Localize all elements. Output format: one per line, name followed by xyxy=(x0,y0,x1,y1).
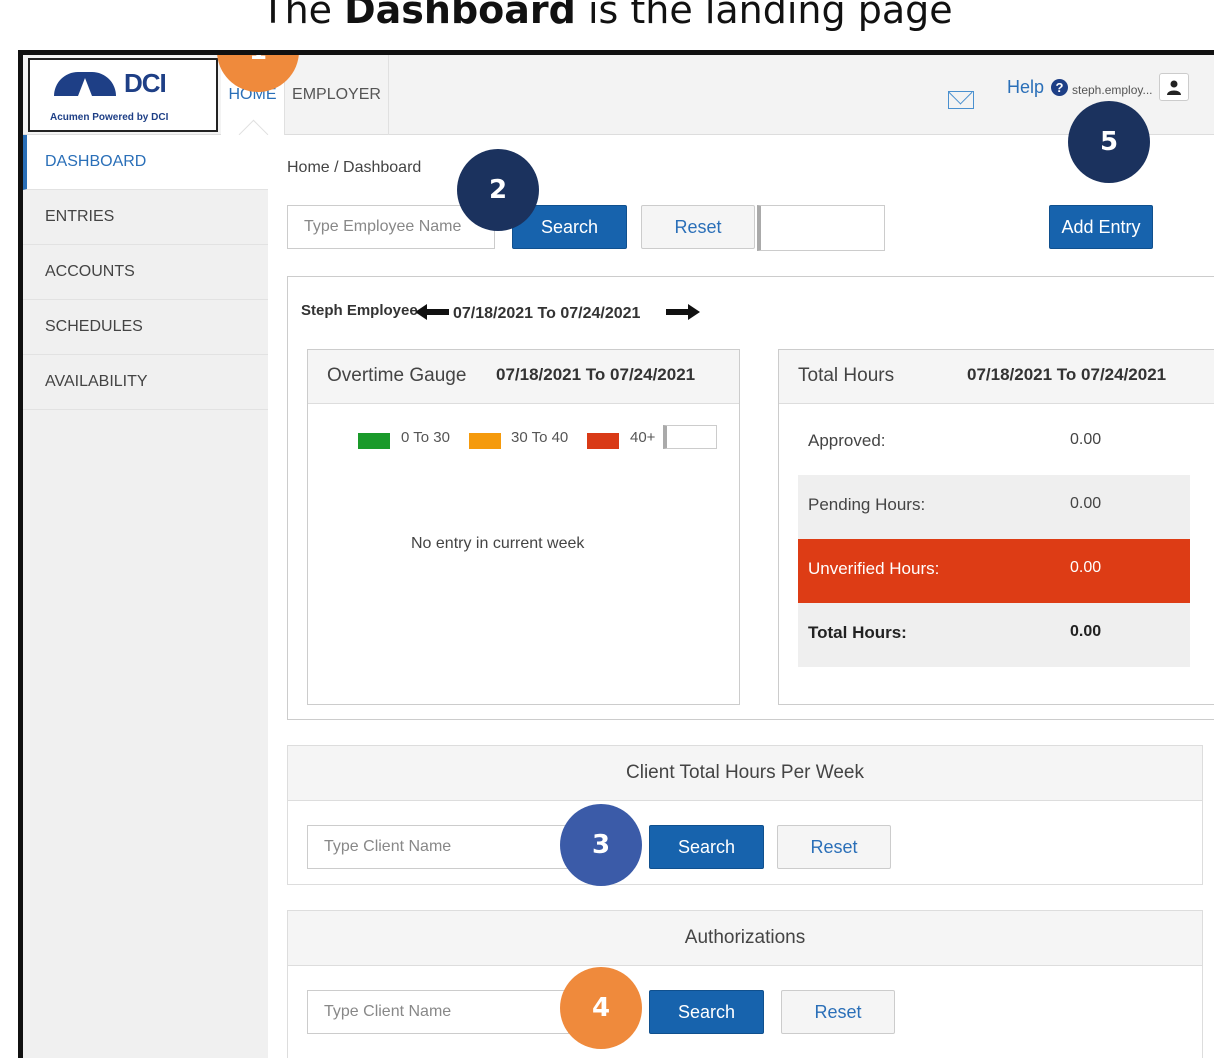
authorizations-search-button[interactable]: Search xyxy=(649,990,764,1034)
overtime-gauge-header: Overtime Gauge 07/18/2021 To 07/24/2021 xyxy=(308,350,739,404)
question-circle-icon[interactable]: ? xyxy=(1051,79,1068,96)
sidebar-item-entries[interactable]: ENTRIES xyxy=(23,190,268,245)
hours-row-total: Total Hours: 0.00 xyxy=(798,603,1190,667)
overtime-gauge-title: Overtime Gauge xyxy=(327,365,467,386)
pending-value: 0.00 xyxy=(1070,495,1102,512)
user-icon[interactable] xyxy=(1159,73,1189,101)
overtime-gauge-card: Overtime Gauge 07/18/2021 To 07/24/2021 xyxy=(307,349,740,705)
week-range: 07/18/2021 To 07/24/2021 xyxy=(453,305,641,322)
arrow-right-icon[interactable] xyxy=(666,304,700,320)
authorizations-reset-button[interactable]: Reset xyxy=(781,990,895,1034)
authorizations-search-input[interactable] xyxy=(307,990,569,1034)
nav-employer[interactable]: EMPLOYER xyxy=(285,55,389,135)
no-entry-message: No entry in current week xyxy=(411,535,585,552)
total-hours-range: 07/18/2021 To 07/24/2021 xyxy=(967,365,1167,384)
legend-label-40-plus: 40+ xyxy=(630,429,656,446)
total-hours-header: Total Hours 07/18/2021 To 07/24/2021 xyxy=(779,350,1214,404)
approved-label: Approved: xyxy=(808,431,886,450)
hours-row-unverified: Unverified Hours: 0.00 xyxy=(798,539,1190,603)
legend-swatch-green xyxy=(358,433,390,449)
pending-label: Pending Hours: xyxy=(808,495,926,514)
approved-value: 0.00 xyxy=(1070,431,1102,448)
client-total-reset-button[interactable]: Reset xyxy=(777,825,891,869)
legend-swatch-red xyxy=(587,433,619,449)
legend-label-30-40: 30 To 40 xyxy=(511,429,569,446)
sidebar-item-availability[interactable]: AVAILABILITY xyxy=(23,355,268,410)
total-hours-title: Total Hours xyxy=(798,365,895,386)
app-window: DCI Acumen Powered by DCI HOME EMPLOYER … xyxy=(18,50,1214,1058)
employee-reset-button[interactable]: Reset xyxy=(641,205,755,249)
callout-badge-3: 3 xyxy=(560,804,642,886)
callout-badge-2: 2 xyxy=(457,149,539,231)
sidebar-item-schedules[interactable]: SCHEDULES xyxy=(23,300,268,355)
sidebar-item-accounts[interactable]: ACCOUNTS xyxy=(23,245,268,300)
employee-name: Steph Employee xyxy=(301,302,418,319)
top-navbar: DCI Acumen Powered by DCI HOME EMPLOYER … xyxy=(23,55,1214,135)
logo-mark-icon xyxy=(54,72,116,96)
arrow-left-icon[interactable] xyxy=(415,304,449,320)
client-total-header: Client Total Hours Per Week xyxy=(287,745,1203,801)
mail-icon[interactable] xyxy=(948,91,974,109)
hours-row-pending: Pending Hours: 0.00 xyxy=(798,475,1190,539)
authorizations-header: Authorizations xyxy=(287,910,1203,966)
add-entry-button[interactable]: Add Entry xyxy=(1049,205,1153,249)
legend-blank-box xyxy=(663,425,717,449)
legend-label-0-30: 0 To 30 xyxy=(401,429,450,446)
sidebar-item-dashboard[interactable]: DASHBOARD xyxy=(23,135,268,190)
page-caption: The Dashboard is the landing page xyxy=(261,0,953,32)
unverified-label: Unverified Hours: xyxy=(808,559,940,578)
logo[interactable]: DCI Acumen Powered by DCI xyxy=(28,58,218,132)
logo-tagline: Acumen Powered by DCI xyxy=(50,112,169,123)
breadcrumb: Home / Dashboard xyxy=(287,159,422,176)
legend-swatch-orange xyxy=(469,433,501,449)
total-label: Total Hours: xyxy=(808,623,907,642)
overtime-gauge-range: 07/18/2021 To 07/24/2021 xyxy=(496,365,696,384)
callout-badge-5: 5 xyxy=(1068,101,1150,183)
total-value: 0.00 xyxy=(1070,623,1102,640)
unverified-value: 0.00 xyxy=(1070,559,1102,576)
sidebar: DASHBOARD ENTRIES ACCOUNTS SCHEDULES AVA… xyxy=(23,135,268,1058)
client-total-search-input[interactable] xyxy=(307,825,569,869)
hours-row-approved: Approved: 0.00 xyxy=(798,411,1190,475)
help-link[interactable]: Help xyxy=(1007,77,1044,98)
user-name[interactable]: steph.employ... xyxy=(1072,83,1152,97)
callout-badge-4: 4 xyxy=(560,967,642,1049)
blank-field xyxy=(757,205,885,251)
client-total-search-button[interactable]: Search xyxy=(649,825,764,869)
logo-wordmark: DCI xyxy=(124,68,167,98)
